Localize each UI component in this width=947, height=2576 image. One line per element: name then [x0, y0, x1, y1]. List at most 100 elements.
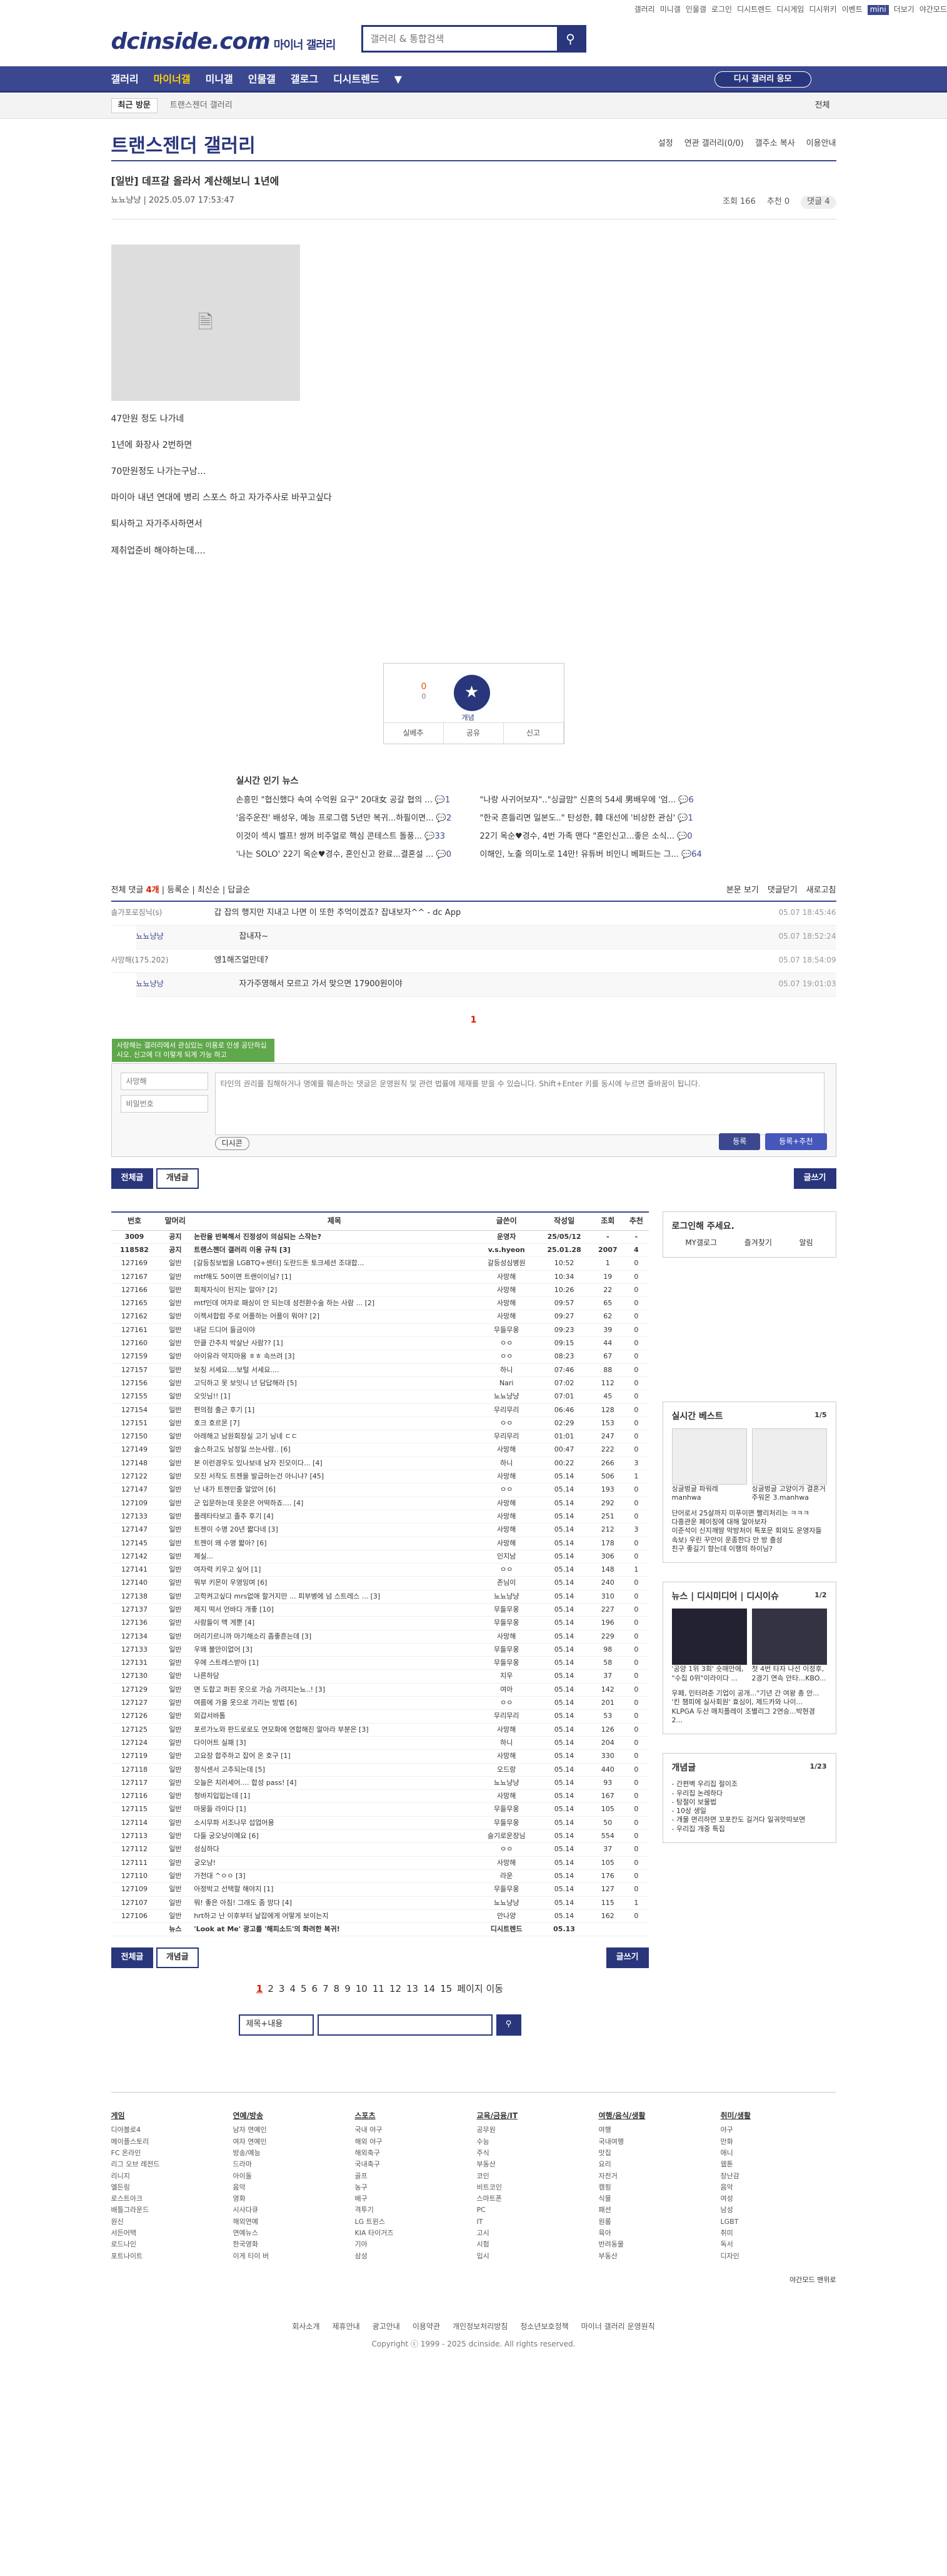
post-title-cell[interactable]: 아이유라 약지마용 ㅎㅎ 속쓰려 [3] — [193, 1350, 476, 1364]
tab-all-posts[interactable]: 전체글 — [111, 1168, 154, 1190]
footer-link[interactable]: 아이돌 — [233, 2172, 349, 2181]
post-title-cell[interactable]: 소시무파 서조나무 섭업어용 — [193, 1816, 476, 1831]
comment-sort[interactable]: | 최신순 — [189, 886, 219, 895]
nav-item[interactable]: 인물갤 — [248, 73, 276, 86]
table-row[interactable]: 127138 일반 고학켜고싶다 mrs없애 할거지만 ... 피부병에 넘 스트레… — [111, 1590, 649, 1604]
footer-link[interactable]: 비트코인 — [477, 2183, 593, 2192]
table-row[interactable]: 127147 일반 난 내가 트젠인줄 알았어 [6] ㅇㅇ 05.14 193 0 — [111, 1483, 649, 1497]
table-row[interactable]: 127118 일반 정식센서 고추되는데 [5] 오드랑 05.14 440 0 — [111, 1763, 649, 1777]
post-title-cell[interactable]: 본 이런경우도 있나보네 남자 진모이다... [4] — [193, 1457, 476, 1471]
footer-link[interactable]: 리니지 — [111, 2172, 227, 2181]
footer-link[interactable]: 맛집 — [599, 2149, 714, 2158]
footer-link[interactable]: 패션 — [599, 2206, 714, 2215]
table-row[interactable]: 127169 일반 [갈등칭보법을 LGBTQ+센터] 도란드돈 토크세션 조대합.… — [111, 1256, 649, 1271]
util-link[interactable]: 더보기 — [894, 5, 914, 15]
footer-link[interactable]: 입시 — [477, 2252, 593, 2261]
table-row[interactable]: 127162 일반 이젝셔합럼 주로 어플하는 어플이 뭐야? [2] 사망해 09:2… — [111, 1310, 649, 1324]
nav-item[interactable]: 갤로그 — [291, 73, 318, 86]
footer-link[interactable]: 공무원 — [477, 2126, 593, 2134]
post-title-cell[interactable]: 우왜 불안이없어 [3] — [193, 1643, 476, 1657]
best-page[interactable]: 1/5 — [814, 1411, 826, 1420]
footer-link[interactable]: 남성 — [721, 2206, 836, 2215]
footer-link[interactable]: 국내축구 — [355, 2160, 471, 2169]
page-number[interactable]: 10 — [356, 1983, 368, 1994]
nav-item[interactable]: 디시트렌드 — [333, 73, 379, 86]
table-row[interactable]: 127134 일반 머리기르니까 마기해소리 좀좋흔는데 [3] 사망해 05.14 22… — [111, 1630, 649, 1644]
footer-link[interactable]: 서든어택 — [111, 2229, 227, 2238]
post-title-cell[interactable]: 만클 간추치 박살난 사람?? [1] — [193, 1336, 476, 1351]
table-row[interactable]: 127167 일반 mtf해도 50이면 트랜이이님? [1] 사망해 10:34 19 0 — [111, 1270, 649, 1284]
footer-link[interactable]: 국내여행 — [599, 2138, 714, 2146]
table-row[interactable]: 127133 일반 플레타타보고 졸추 후기 [4] 사망해 05.14 251 0 — [111, 1510, 649, 1524]
submit-recommend-button[interactable]: 등록+추천 — [765, 1133, 827, 1151]
footer-link[interactable]: 육아 — [599, 2229, 714, 2238]
nav-item[interactable]: 마이너갤 — [154, 73, 191, 86]
footer-link[interactable]: 코인 — [477, 2172, 593, 2181]
footer-link[interactable]: 국내 야구 — [355, 2126, 471, 2134]
footer-link[interactable]: 음악 — [233, 2183, 349, 2192]
page-number[interactable]: 15 — [440, 1983, 452, 1994]
post-title-cell[interactable]: 오늘은 치러세어.... 합성 pass! [4] — [193, 1776, 476, 1791]
footer-link[interactable]: 로드나인 — [111, 2240, 227, 2249]
post-title-cell[interactable]: 제실... — [193, 1550, 476, 1564]
footer-heading[interactable]: 연예/방송 — [233, 2111, 349, 2121]
footer-policy-link[interactable]: 청소년보호정책 — [520, 2322, 568, 2331]
post-title-cell[interactable]: 다들 궁오냥이예요 [6] — [193, 1829, 476, 1844]
best-list-item[interactable]: 속보) 우린 꾸안이 운종한다 안 방 출성 — [672, 1536, 827, 1545]
footer-link[interactable]: KIA 타이거즈 — [355, 2229, 471, 2238]
post-title-cell[interactable]: 다이어트 실패 [3] — [193, 1736, 476, 1750]
search-input[interactable] — [363, 27, 557, 51]
best-list-item[interactable]: 이준석이 신지깨땅 막방처이 특포문 회외도 운영자들 — [672, 1527, 827, 1535]
footer-mini[interactable]: 맨위로 — [817, 2276, 836, 2284]
table-row[interactable]: 127149 일반 술스하고도 남정일 쓰는사람.. [6] 사망해 00:47 222 0 — [111, 1443, 649, 1457]
footer-link[interactable]: 식물 — [599, 2195, 714, 2203]
footer-link[interactable]: 주식 — [477, 2149, 593, 2158]
footer-heading[interactable]: 교육/금융/IT — [477, 2111, 593, 2121]
footer-link[interactable]: 자전거 — [599, 2172, 714, 2181]
post-title-cell[interactable]: 뭐! 좋은 아침! 그래도 좀 망다 [4] — [193, 1896, 476, 1910]
footer-link[interactable]: 메이플스토리 — [111, 2138, 227, 2146]
post-title-cell[interactable]: 난 내가 트젠인줄 알았어 [6] — [193, 1483, 476, 1497]
footer-link[interactable]: 여성 — [721, 2195, 836, 2203]
util-link[interactable]: mini — [867, 5, 889, 15]
table-row[interactable]: 127159 일반 아이유라 약지마용 ㅎㅎ 속쓰려 [3] ㅇㅇ 08:23 67 0 — [111, 1350, 649, 1364]
comment-nick[interactable]: 사망해(175.202) — [111, 956, 214, 966]
post-title-cell[interactable]: 뭐부 키몬이 우영잉며 [6] — [193, 1576, 476, 1590]
submit-button[interactable]: 등록 — [719, 1133, 761, 1151]
footer-link[interactable]: 여자 연예인 — [233, 2138, 349, 2146]
post-title-cell[interactable]: 내담 드디어 들금이야 — [193, 1323, 476, 1338]
table-row[interactable]: 127154 일반 편의점 출근 후기 [1] 무리무리 06:46 128 0 — [111, 1403, 649, 1417]
write-post-button[interactable]: 글쓰기 — [793, 1168, 836, 1190]
dccon-button[interactable]: 디시콘 — [214, 1136, 249, 1151]
comment-sort[interactable]: | 답글순 — [220, 886, 250, 895]
footer-link[interactable]: 영화 — [233, 2195, 349, 2203]
table-row[interactable]: 127157 일반 보징 서세요....보털 서세요.... 하니 07:46 88 0 — [111, 1363, 649, 1377]
footer-link[interactable]: 한국영화 — [233, 2240, 349, 2249]
best-item-2[interactable]: 싱글벙글 고양이가 결혼거 주워온 3.manhwa — [751, 1428, 827, 1503]
best-item-1[interactable]: 싱글벙글 파워레 manhwa — [671, 1428, 747, 1503]
post-title-cell[interactable]: 논란을 반복해서 진정성이 의심되는 스작는? — [193, 1230, 476, 1244]
page-number[interactable]: 11 — [373, 1983, 384, 1994]
login-option[interactable]: MY갤로그 — [685, 1238, 717, 1248]
footer-policy-link[interactable]: 마이너 갤러리 운영원칙 — [581, 2322, 655, 2331]
table-row[interactable]: 뉴스 'Look at Me' 광고를 '해피소드'의 화려한 복귀! 디시트렌드 0… — [111, 1922, 649, 1937]
concept-star-icon[interactable]: ★ — [453, 674, 490, 711]
nav-more-icon[interactable]: ▼ — [394, 73, 402, 86]
news-item[interactable]: '나는 SOLO' 22기 옥순♥경수, 혼인신고 완료...결혼설 ... 💬… — [236, 850, 468, 861]
table-row[interactable]: 127130 일반 나른하당 지우 05.14 37 0 — [111, 1669, 649, 1684]
table-row[interactable]: 127160 일반 만클 간추치 박살난 사람?? [1] ㅇㅇ 09:15 44 0 — [111, 1336, 649, 1351]
post-title-cell[interactable]: 회제자식이 된지는 알아? [2] — [193, 1283, 476, 1298]
best-list-item[interactable]: 다흥관운 페이징에 대해 알아보자 — [672, 1518, 827, 1527]
comment-nick[interactable]: 뇨뇨냥냥 — [136, 932, 239, 942]
footer-link[interactable]: 부동산 — [599, 2252, 714, 2261]
table-row[interactable]: 127110 일반 가천대 ^ㅇㅇ [3] 라운 05.14 176 0 — [111, 1869, 649, 1884]
footer-link[interactable]: 만화 — [721, 2138, 836, 2146]
table-row[interactable]: 127165 일반 mtf인데 여자로 패싱이 안 되는데 성전환수술 하는 사람 … — [111, 1296, 649, 1311]
side-news-item-2[interactable]: 첫 4번 타자 나선 이정후, 2경기 연속 안타…KBO... — [751, 1609, 827, 1683]
nav-item[interactable]: 갤러리 — [111, 73, 139, 86]
footer-link[interactable]: 원룸 — [599, 2218, 714, 2226]
news-item[interactable]: "한국 흔들리면 일본도.." 탄성한, 韓 대선에 '비상한 관심' 💬1 — [480, 814, 711, 824]
post-title-cell[interactable]: mtf인데 여자로 패싱이 안 되는데 성전환수술 하는 사람 ... [2] — [193, 1296, 476, 1311]
post-title-cell[interactable]: 플레타타보고 졸추 후기 [4] — [193, 1510, 476, 1524]
footer-link[interactable]: 해외 야구 — [355, 2138, 471, 2146]
